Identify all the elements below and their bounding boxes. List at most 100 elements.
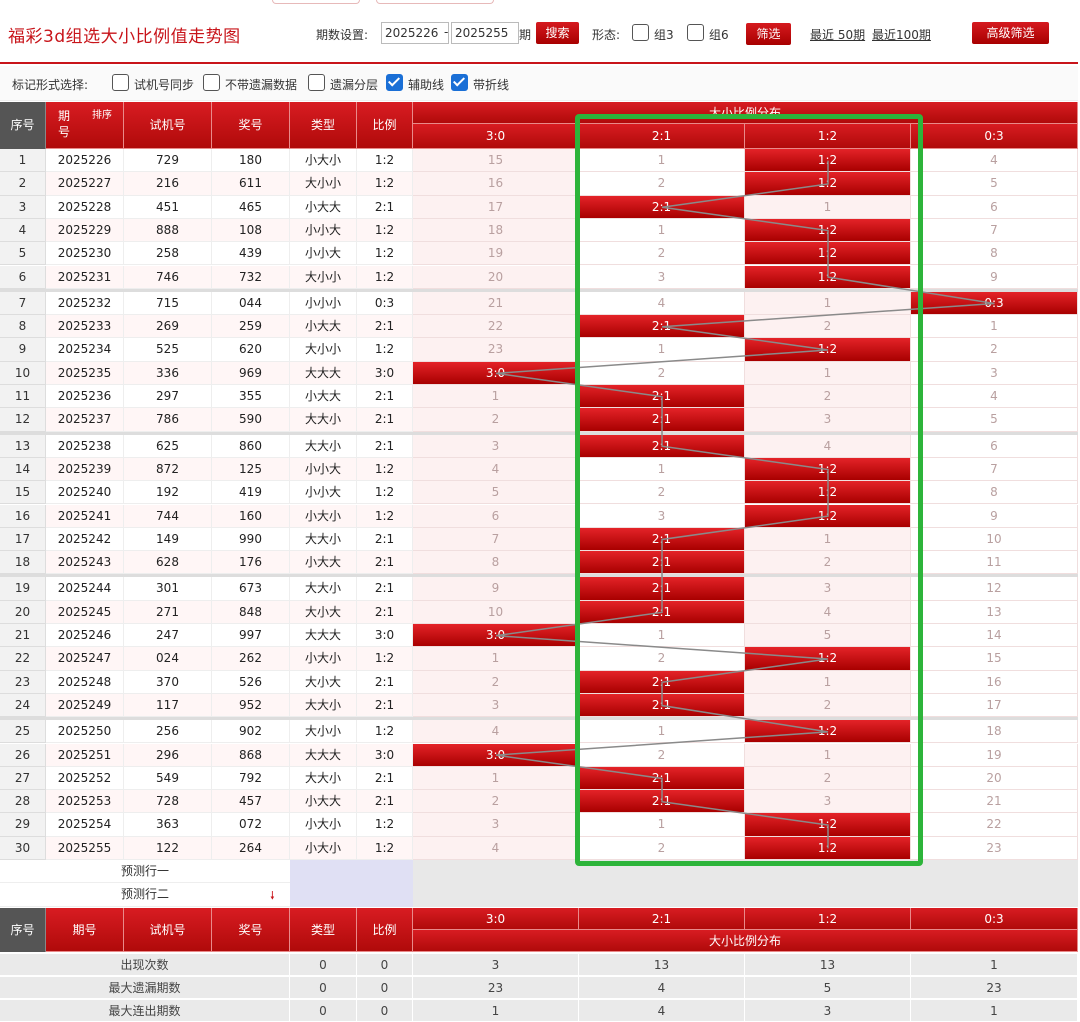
ratio-hit-cell: 2:1 xyxy=(579,527,745,552)
ratio-hit-cell: 3:0 xyxy=(413,624,579,648)
miss-count-cell: 16 xyxy=(911,670,1078,694)
footer-header-ratio: 比例 xyxy=(357,907,413,952)
option-miss-layer-label: 遗漏分层 xyxy=(330,78,379,92)
miss-count-cell: 18 xyxy=(911,720,1078,744)
advanced-filter-button[interactable]: 高级筛选 xyxy=(972,22,1049,44)
row-type: 小大大 xyxy=(290,385,357,409)
header-dist-col: 3:0 xyxy=(413,124,579,149)
row-ratio: 3:0 xyxy=(357,743,413,767)
miss-count-cell: 2 xyxy=(745,315,911,339)
option-trial-sync-label: 试机号同步 xyxy=(134,78,195,92)
top-tab-stub-1[interactable] xyxy=(272,0,360,4)
option-polyline-checkbox[interactable] xyxy=(451,74,468,91)
row-prize: 176 xyxy=(212,551,290,575)
row-seq: 9 xyxy=(0,338,46,362)
miss-count-cell: 22 xyxy=(413,315,579,339)
row-prize: 419 xyxy=(212,481,290,505)
predict-dist-cell[interactable] xyxy=(413,860,1078,884)
arrow-down-icon[interactable]: 🠗 xyxy=(270,887,275,906)
miss-count-cell: 21 xyxy=(911,790,1078,814)
row-prize: 969 xyxy=(212,361,290,385)
row-period: 2025237 xyxy=(46,408,124,432)
filter-button[interactable]: 筛选 xyxy=(746,23,791,45)
recent-50-link[interactable]: 最近 50期 xyxy=(810,26,865,43)
stat-ratio-value: 0 xyxy=(357,976,413,999)
row-period: 2025235 xyxy=(46,361,124,385)
miss-count-cell: 10 xyxy=(413,600,579,624)
row-ratio: 2:1 xyxy=(357,434,413,458)
period-to-input[interactable]: 2025255 xyxy=(451,22,519,44)
row-trial: 729 xyxy=(124,149,212,173)
option-guide-line-checkbox[interactable] xyxy=(386,74,403,91)
row-type: 小大大 xyxy=(290,790,357,814)
stat-dist-value: 4 xyxy=(579,999,745,1022)
row-ratio: 0:3 xyxy=(357,291,413,316)
stat-dist-value: 1 xyxy=(911,953,1078,976)
row-seq: 13 xyxy=(0,434,46,458)
row-seq: 5 xyxy=(0,242,46,266)
row-seq: 29 xyxy=(0,813,46,837)
form-zu6-checkbox[interactable] xyxy=(687,24,704,41)
stat-dist-value: 23 xyxy=(911,976,1078,999)
miss-count-cell: 1 xyxy=(579,149,745,173)
period-from-input[interactable]: 2025226 xyxy=(381,22,449,44)
period-setting-label: 期数设置: xyxy=(316,28,369,42)
row-seq: 30 xyxy=(0,836,46,860)
ratio-hit-cell: 2:1 xyxy=(579,385,745,409)
row-prize: 160 xyxy=(212,504,290,528)
row-trial: 336 xyxy=(124,361,212,385)
ratio-hit-cell: 1:2 xyxy=(745,836,911,860)
stat-type-value: 0 xyxy=(290,999,357,1022)
row-trial: 451 xyxy=(124,195,212,219)
miss-count-cell: 7 xyxy=(413,527,579,552)
ratio-hit-cell: 1:2 xyxy=(745,242,911,266)
row-ratio: 1:2 xyxy=(357,265,413,289)
predict-dist-cell[interactable] xyxy=(413,883,1078,907)
option-no-miss-checkbox[interactable] xyxy=(203,74,220,91)
miss-count-cell: 1 xyxy=(745,291,911,316)
ratio-hit-cell: 3:0 xyxy=(413,743,579,767)
miss-count-cell: 2 xyxy=(579,172,745,196)
miss-count-cell: 3 xyxy=(579,504,745,528)
form-zu3-checkbox[interactable] xyxy=(632,24,649,41)
miss-count-cell: 2 xyxy=(745,693,911,718)
predict-input-cell[interactable] xyxy=(290,860,413,884)
miss-count-cell: 2 xyxy=(911,338,1078,362)
header-period[interactable]: 期号 排序 xyxy=(46,102,124,149)
header-dist-col: 2:1 xyxy=(579,124,745,149)
row-seq: 22 xyxy=(0,647,46,671)
row-period: 2025231 xyxy=(46,265,124,289)
row-type: 大大小 xyxy=(290,408,357,432)
row-trial: 296 xyxy=(124,743,212,767)
miss-count-cell: 14 xyxy=(911,624,1078,648)
miss-count-cell: 4 xyxy=(579,291,745,316)
ratio-hit-cell: 2:1 xyxy=(579,434,745,458)
stat-label: 最大连出期数 xyxy=(0,999,290,1022)
header-type: 类型 xyxy=(290,102,357,149)
ratio-hit-cell: 0:3 xyxy=(911,291,1078,316)
row-prize: 465 xyxy=(212,195,290,219)
row-trial: 370 xyxy=(124,670,212,694)
recent-100-link[interactable]: 最近100期 xyxy=(872,26,931,43)
option-trial-sync-checkbox[interactable] xyxy=(112,74,129,91)
page-header: 福彩3d组选大小比例值走势图 期数设置: 2025226 - 2025255 期… xyxy=(0,14,1078,54)
predict-input-cell[interactable] xyxy=(290,883,413,907)
predict-row-1: 预测行一 xyxy=(0,860,290,884)
miss-count-cell: 2 xyxy=(745,385,911,409)
row-ratio: 2:1 xyxy=(357,551,413,575)
stat-dist-value: 23 xyxy=(413,976,579,999)
ratio-hit-cell: 1:2 xyxy=(745,338,911,362)
row-prize: 990 xyxy=(212,527,290,552)
miss-count-cell: 19 xyxy=(413,242,579,266)
search-button[interactable]: 搜索 xyxy=(536,22,579,44)
top-tab-stub-2[interactable] xyxy=(376,0,494,4)
row-period: 2025246 xyxy=(46,624,124,648)
row-ratio: 2:1 xyxy=(357,577,413,601)
row-period: 2025236 xyxy=(46,385,124,409)
row-trial: 728 xyxy=(124,790,212,814)
sort-toggle[interactable]: 排序 xyxy=(92,108,112,124)
miss-count-cell: 19 xyxy=(911,743,1078,767)
row-prize: 902 xyxy=(212,720,290,744)
option-miss-layer-checkbox[interactable] xyxy=(308,74,325,91)
stat-type-value: 0 xyxy=(290,953,357,976)
